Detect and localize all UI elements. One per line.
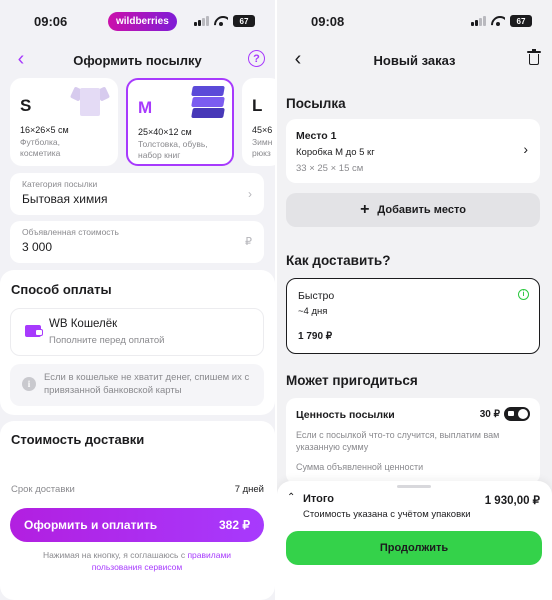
size-dims: 16×26×5 см: [20, 125, 69, 135]
extras-title: Может пригодиться: [286, 373, 418, 388]
header: ‹ Оформить посылку ?: [0, 44, 275, 76]
size-desc: Толстовка, обувь, набор книг: [138, 139, 208, 160]
delivery-cost-title: Стоимость доставки: [11, 432, 145, 447]
page-title: Оформить посылку: [73, 53, 202, 68]
books-icon: [190, 84, 226, 122]
term-label: Срок доставки: [11, 484, 75, 495]
add-place-label: Добавить место: [377, 204, 466, 216]
sheet-handle[interactable]: [397, 485, 431, 488]
pay-button[interactable]: Оформить и оплатить 382 ₽: [10, 508, 264, 542]
declared-value: 3 000: [22, 240, 53, 254]
value-option-card: Ценность посылки 30 ₽ Если с посылкой чт…: [286, 398, 540, 484]
lock-icon: [508, 411, 514, 416]
wallet-sub: Пополните перед оплатой: [49, 335, 165, 346]
parcel-title: Посылка: [286, 96, 346, 111]
system-icons: 67: [194, 15, 255, 27]
delivery-days: ~4 дня: [298, 306, 328, 317]
currency-icon: ₽: [245, 236, 252, 248]
status-bar: 09:06 wildberries 67: [0, 0, 275, 40]
battery-icon: 67: [510, 15, 532, 27]
add-place-button[interactable]: + Добавить место: [286, 193, 540, 227]
place-box: Коробка M до 5 кг: [296, 147, 375, 158]
battery-icon: 67: [233, 15, 255, 27]
value-toggle[interactable]: [504, 407, 530, 421]
clock: 09:06: [34, 14, 68, 29]
status-bar: 09:08 67: [277, 0, 552, 40]
size-selector: S 16×26×5 см Футболка, косметика M 25×40×…: [10, 78, 275, 166]
wb-screen: 09:06 wildberries 67 ‹ Оформить посылку …: [0, 0, 275, 600]
delivery-price: 1 790 ₽: [298, 331, 333, 342]
trash-icon[interactable]: [527, 49, 541, 65]
value-price: 30 ₽: [479, 409, 500, 420]
value-desc: Если с посылкой что-то случится, выплати…: [296, 430, 500, 452]
category-field[interactable]: Категория посылки Бытовая химия ›: [10, 173, 264, 215]
size-desc: Футболка, косметика: [20, 137, 61, 158]
wallet-icon: [25, 325, 43, 337]
plus-icon: +: [360, 201, 370, 218]
size-card-m[interactable]: M 25×40×12 см Толстовка, обувь, набор кни…: [126, 78, 234, 166]
signal-icon: [194, 16, 209, 26]
wifi-icon: [491, 16, 505, 26]
pay-button-amount: 382 ₽: [219, 518, 250, 532]
size-desc: Зимн рюкз: [252, 137, 273, 158]
info-icon: i: [22, 377, 36, 391]
size-card-l[interactable]: L 45×6 Зимн рюкз: [242, 78, 275, 166]
delivery-title: Как доставить?: [286, 253, 391, 268]
wallet-option[interactable]: WB Кошелёк Пополните перед оплатой: [10, 308, 264, 356]
header: ‹ Новый заказ: [277, 44, 552, 76]
size-card-s[interactable]: S 16×26×5 см Футболка, косметика: [10, 78, 118, 166]
value-field-label: Сумма объявленной ценности: [296, 462, 424, 472]
size-dims: 45×6: [252, 125, 273, 135]
chevron-up-icon[interactable]: ⌃: [287, 492, 295, 503]
continue-button[interactable]: Продолжить: [286, 531, 542, 565]
size-letter: L: [252, 96, 263, 115]
chevron-right-icon: ›: [523, 141, 528, 157]
payment-panel: Способ оплаты WB Кошелёк Пополните перед…: [0, 270, 275, 415]
size-dims: 25×40×12 см: [138, 127, 192, 137]
total-sheet: ⌃ Итого 1 930,00 ₽ Стоимость указана с у…: [277, 481, 552, 600]
system-icons: 67: [471, 15, 532, 27]
wallet-info: i Если в кошельке не хватит денег, спише…: [10, 364, 264, 406]
shirt-icon: [69, 82, 111, 116]
wildberries-logo: wildberries: [108, 12, 177, 31]
place-card[interactable]: Место 1 Коробка M до 5 кг 33 × 25 × 15 с…: [286, 119, 540, 183]
payment-title: Способ оплаты: [11, 282, 112, 297]
category-value: Бытовая химия: [22, 192, 108, 206]
category-label: Категория посылки: [22, 179, 98, 189]
wallet-info-text: Если в кошельке не хватит денег, спишем …: [44, 372, 250, 396]
clock: 09:08: [311, 14, 345, 29]
delivery-cost-panel: Стоимость доставки Срок доставки 7 дней …: [0, 421, 275, 600]
pay-button-label: Оформить и оплатить: [24, 518, 158, 532]
place-dims: 33 × 25 × 15 см: [296, 163, 364, 174]
wifi-icon: [214, 16, 228, 26]
help-icon[interactable]: ?: [248, 50, 265, 67]
page-title: Новый заказ: [373, 53, 456, 68]
declared-value-field[interactable]: Объявленная стоимость 3 000 ₽: [10, 221, 264, 263]
total-label: Итого: [303, 493, 335, 505]
signal-icon: [471, 16, 486, 26]
chevron-right-icon: ›: [248, 187, 252, 201]
place-title: Место 1: [296, 130, 337, 142]
order-screen: 09:08 67 ‹ Новый заказ Посылка Место 1 К…: [277, 0, 552, 600]
total-amount: 1 930,00 ₽: [484, 495, 540, 507]
declared-label: Объявленная стоимость: [22, 227, 119, 237]
delivery-name: Быстро: [298, 290, 335, 302]
wallet-name: WB Кошелёк: [49, 318, 118, 330]
value-title: Ценность посылки: [296, 409, 395, 421]
total-note: Стоимость указана с учётом упаковки: [303, 509, 471, 520]
check-circle-icon: i: [518, 289, 529, 300]
terms-notice: Нажимая на кнопку, я соглашаюсь с правил…: [42, 550, 232, 572]
term-value: 7 дней: [234, 484, 264, 495]
delivery-option-fast[interactable]: Быстро ~4 дня 1 790 ₽ i: [286, 278, 540, 354]
